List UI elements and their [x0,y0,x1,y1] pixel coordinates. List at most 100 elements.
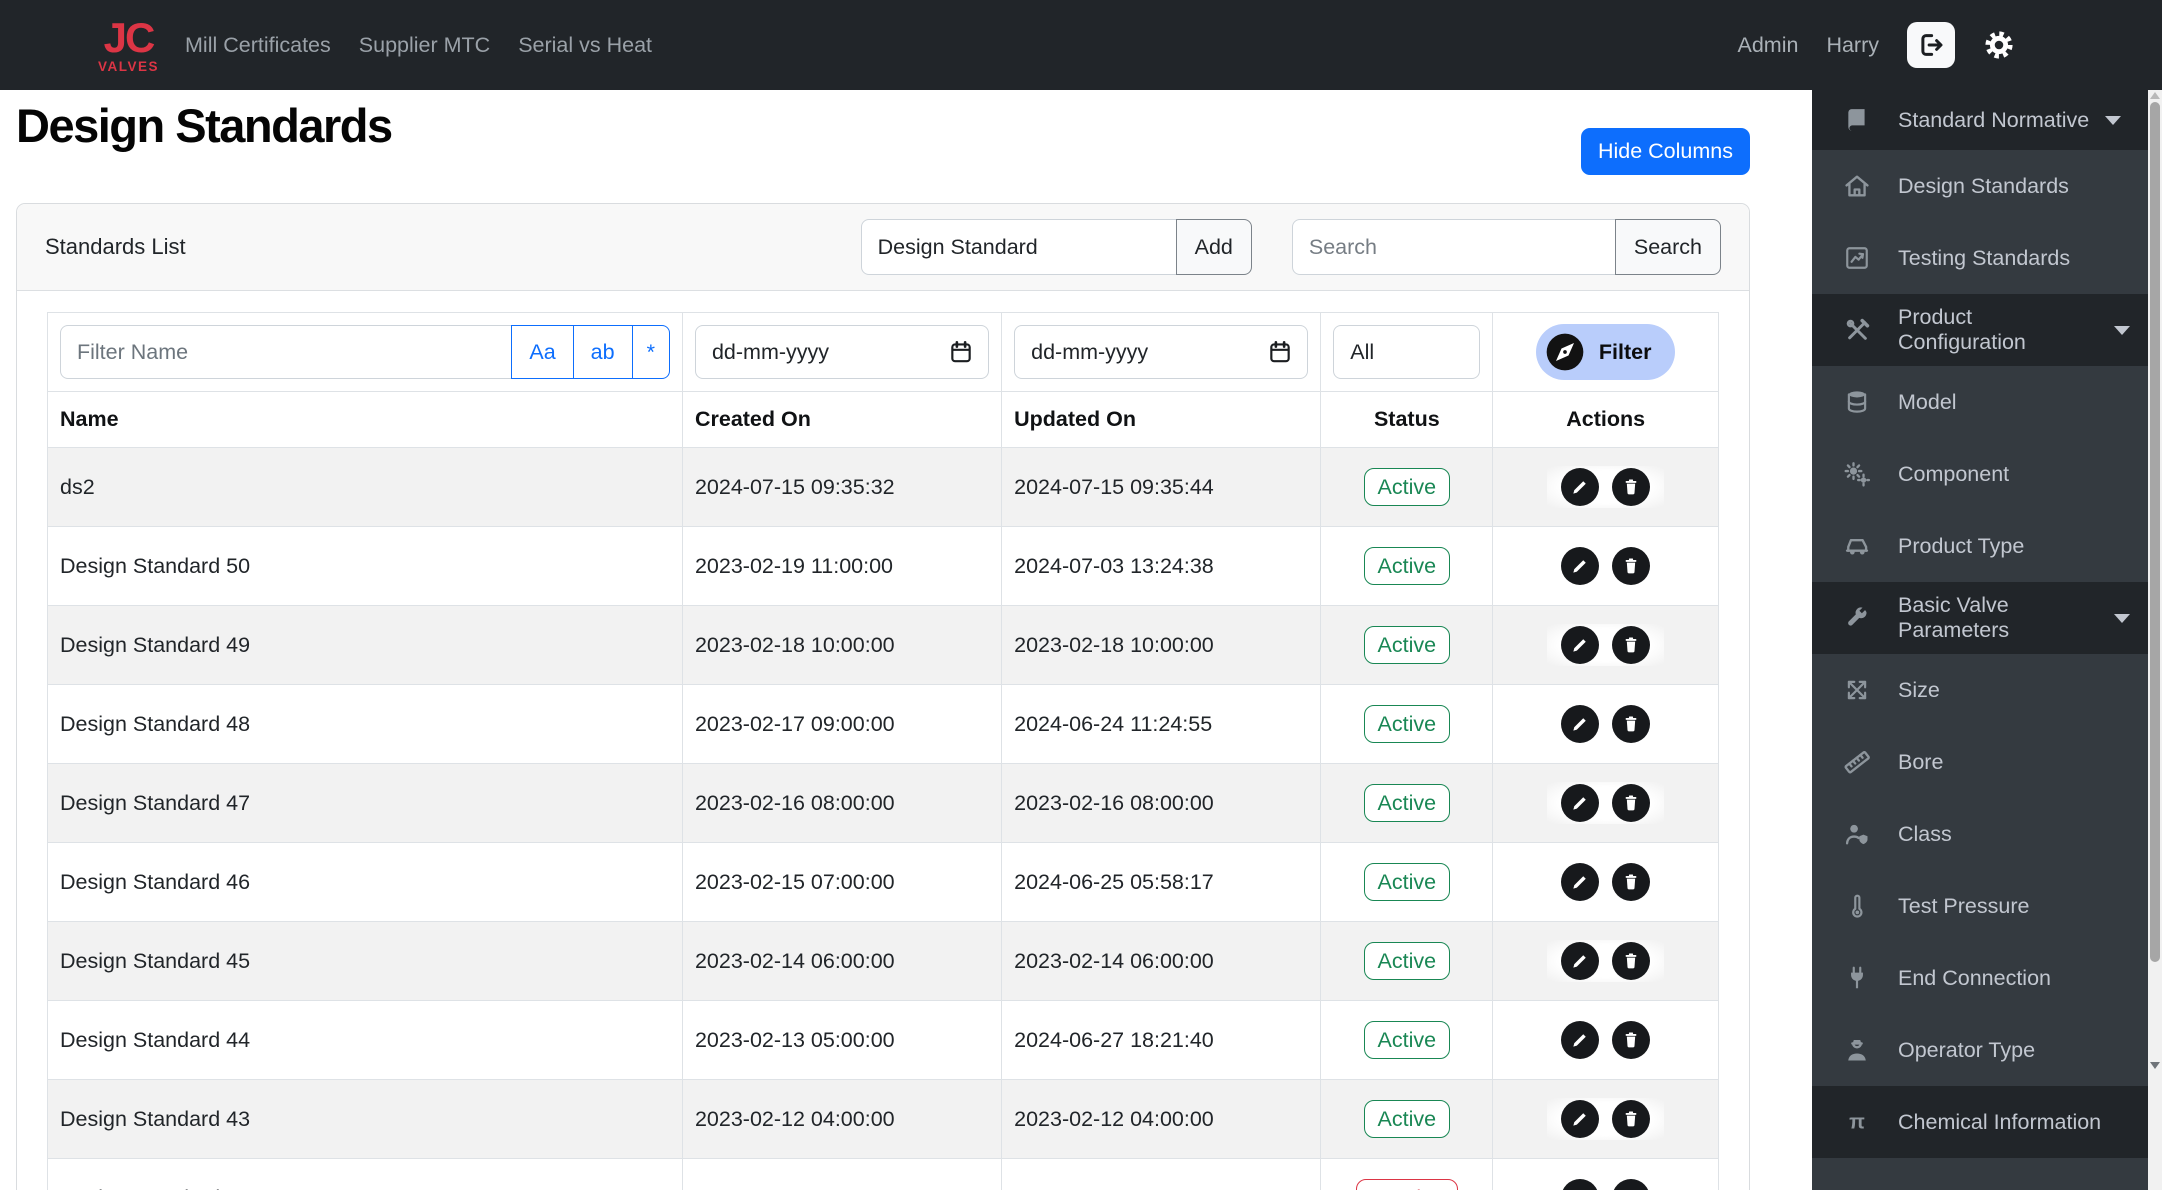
delete-button[interactable] [1612,626,1651,664]
settings-button[interactable] [1983,29,2015,61]
sidebar-item-class[interactable]: Class [1812,798,2148,870]
calendar-icon[interactable] [1267,339,1293,365]
sidebar-item-bore[interactable]: Bore [1812,726,2148,798]
edit-button[interactable] [1561,1021,1600,1059]
sidebar-item-label: Product Type [1898,533,2025,558]
hide-columns-button[interactable]: Hide Columns [1580,128,1750,175]
table-row: Design Standard 44 2023-02-13 05:00:00 2… [47,1000,1719,1080]
edit-button[interactable] [1561,784,1600,822]
edit-button[interactable] [1561,1179,1600,1190]
nav-username-link[interactable]: Harry [1826,33,1879,58]
delete-button[interactable] [1612,784,1651,822]
home-icon [1840,172,1874,200]
sidebar-item-chemical-information[interactable]: π Chemical Information [1812,1086,2148,1158]
edit-button[interactable] [1561,705,1600,743]
delete-button[interactable] [1612,1100,1651,1138]
cell-updated: 2024-06-24 11:24:55 [1001,684,1322,764]
cell-updated: 2024-07-15 09:35:44 [1001,447,1322,527]
chart-line-icon [1840,245,1874,271]
sidebar-item-label: End Connection [1898,965,2051,990]
sidebar-item-testing-standards[interactable]: Testing Standards [1812,222,2148,294]
edit-button[interactable] [1561,547,1600,585]
page-title: Design Standards [16,99,393,152]
status-badge: Active [1363,1020,1451,1060]
sidebar-item-component[interactable]: Component [1812,438,2148,510]
brand-logo[interactable]: JC VALVES [98,13,160,74]
scroll-down-arrow-icon[interactable] [2150,1062,2160,1069]
cell-updated: 2023-02-18 10:00:00 [1001,605,1322,685]
delete-button[interactable] [1612,705,1651,743]
delete-button[interactable] [1612,1179,1651,1190]
scroll-up-arrow-icon[interactable] [2150,92,2160,99]
add-standard-input[interactable] [860,219,1177,275]
navbar-right: Admin Harry [1737,22,2015,68]
database-icon [1840,389,1874,415]
sidebar-item-standard-normative[interactable]: Standard Normative [1812,90,2148,150]
status-badge: Active [1363,783,1451,823]
sidebar-item-size[interactable]: Size [1812,654,2148,726]
search-button[interactable]: Search [1614,219,1721,275]
nav-link-supplier-mtc[interactable]: Supplier MTC [359,33,490,58]
delete-button[interactable] [1612,547,1651,585]
sidebar-item-design-standards[interactable]: Design Standards [1812,150,2148,222]
sidebar-item-basic-valve-parameters[interactable]: Basic Valve Parameters [1812,582,2148,654]
column-header-actions: Actions [1492,391,1719,448]
search-input[interactable] [1291,219,1616,275]
delete-button[interactable] [1612,863,1651,901]
table-row: Design Standard 45 2023-02-14 06:00:00 2… [47,921,1719,1001]
scrollbar-thumb[interactable] [2150,102,2160,962]
edit-button[interactable] [1561,1100,1600,1138]
thermometer-icon [1840,893,1874,919]
cell-name: Design Standard 43 [47,1079,683,1159]
filter-button[interactable]: Filter [1535,324,1676,380]
created-date-input[interactable]: dd-mm-yyyy [694,325,990,379]
match-word-button[interactable]: ab [572,325,633,379]
compass-icon [1545,332,1585,372]
sign-out-icon [1916,30,1946,60]
sidebar-item-label: Testing Standards [1898,245,2071,270]
cell-updated: 2023-02-11 03:00:00 [1001,1158,1322,1190]
status-filter-select[interactable]: All [1333,325,1481,379]
sidebar-item-end-connection[interactable]: End Connection [1812,942,2148,1014]
column-header-created-on: Created On [681,391,1003,448]
cell-created: 2023-02-12 04:00:00 [681,1079,1003,1159]
edit-button[interactable] [1561,626,1600,664]
operator-icon [1840,1036,1874,1064]
cell-name: Design Standard 44 [47,1000,683,1080]
nav-link-mill-certificates[interactable]: Mill Certificates [185,33,331,58]
cell-updated: 2023-02-14 06:00:00 [1001,921,1322,1001]
sidebar-item-product-configuration[interactable]: Product Configuration [1812,294,2148,366]
main-content: Design Standards Hide Columns Standards … [0,90,1766,1190]
nav-admin-link[interactable]: Admin [1737,33,1798,58]
status-badge: Active [1363,704,1451,744]
edit-button[interactable] [1561,863,1600,901]
tools-icon [1840,317,1874,344]
sign-out-button[interactable] [1907,22,1955,68]
delete-button[interactable] [1612,1021,1651,1059]
edit-button[interactable] [1561,942,1600,980]
filter-name-input[interactable] [60,325,513,379]
wrench-icon [1840,605,1874,631]
cell-created: 2023-02-19 11:00:00 [681,526,1003,606]
sidebar-item-model[interactable]: Model [1812,366,2148,438]
status-badge: Active [1363,467,1451,507]
nav-link-serial-vs-heat[interactable]: Serial vs Heat [518,33,652,58]
delete-button[interactable] [1612,942,1651,980]
delete-button[interactable] [1612,468,1651,506]
sidebar-item-operator-type[interactable]: Operator Type [1812,1014,2148,1086]
cell-created: 2023-02-14 06:00:00 [681,921,1003,1001]
match-case-button[interactable]: Aa [511,325,574,379]
add-button[interactable]: Add [1175,219,1252,275]
status-badge: Active [1363,625,1451,665]
table-row: Design Standard 50 2023-02-19 11:00:00 2… [47,526,1719,606]
brand-logo-text: JC [103,13,156,61]
chevron-down-icon [2114,325,2130,335]
brand-logo-subtext: VALVES [98,58,160,74]
status-badge: Active [1363,862,1451,902]
edit-button[interactable] [1561,468,1600,506]
calendar-icon[interactable] [948,339,974,365]
updated-date-input[interactable]: dd-mm-yyyy [1014,325,1309,379]
sidebar-item-product-type[interactable]: Product Type [1812,510,2148,582]
match-wildcard-button[interactable]: * [631,325,670,379]
sidebar-item-test-pressure[interactable]: Test Pressure [1812,870,2148,942]
